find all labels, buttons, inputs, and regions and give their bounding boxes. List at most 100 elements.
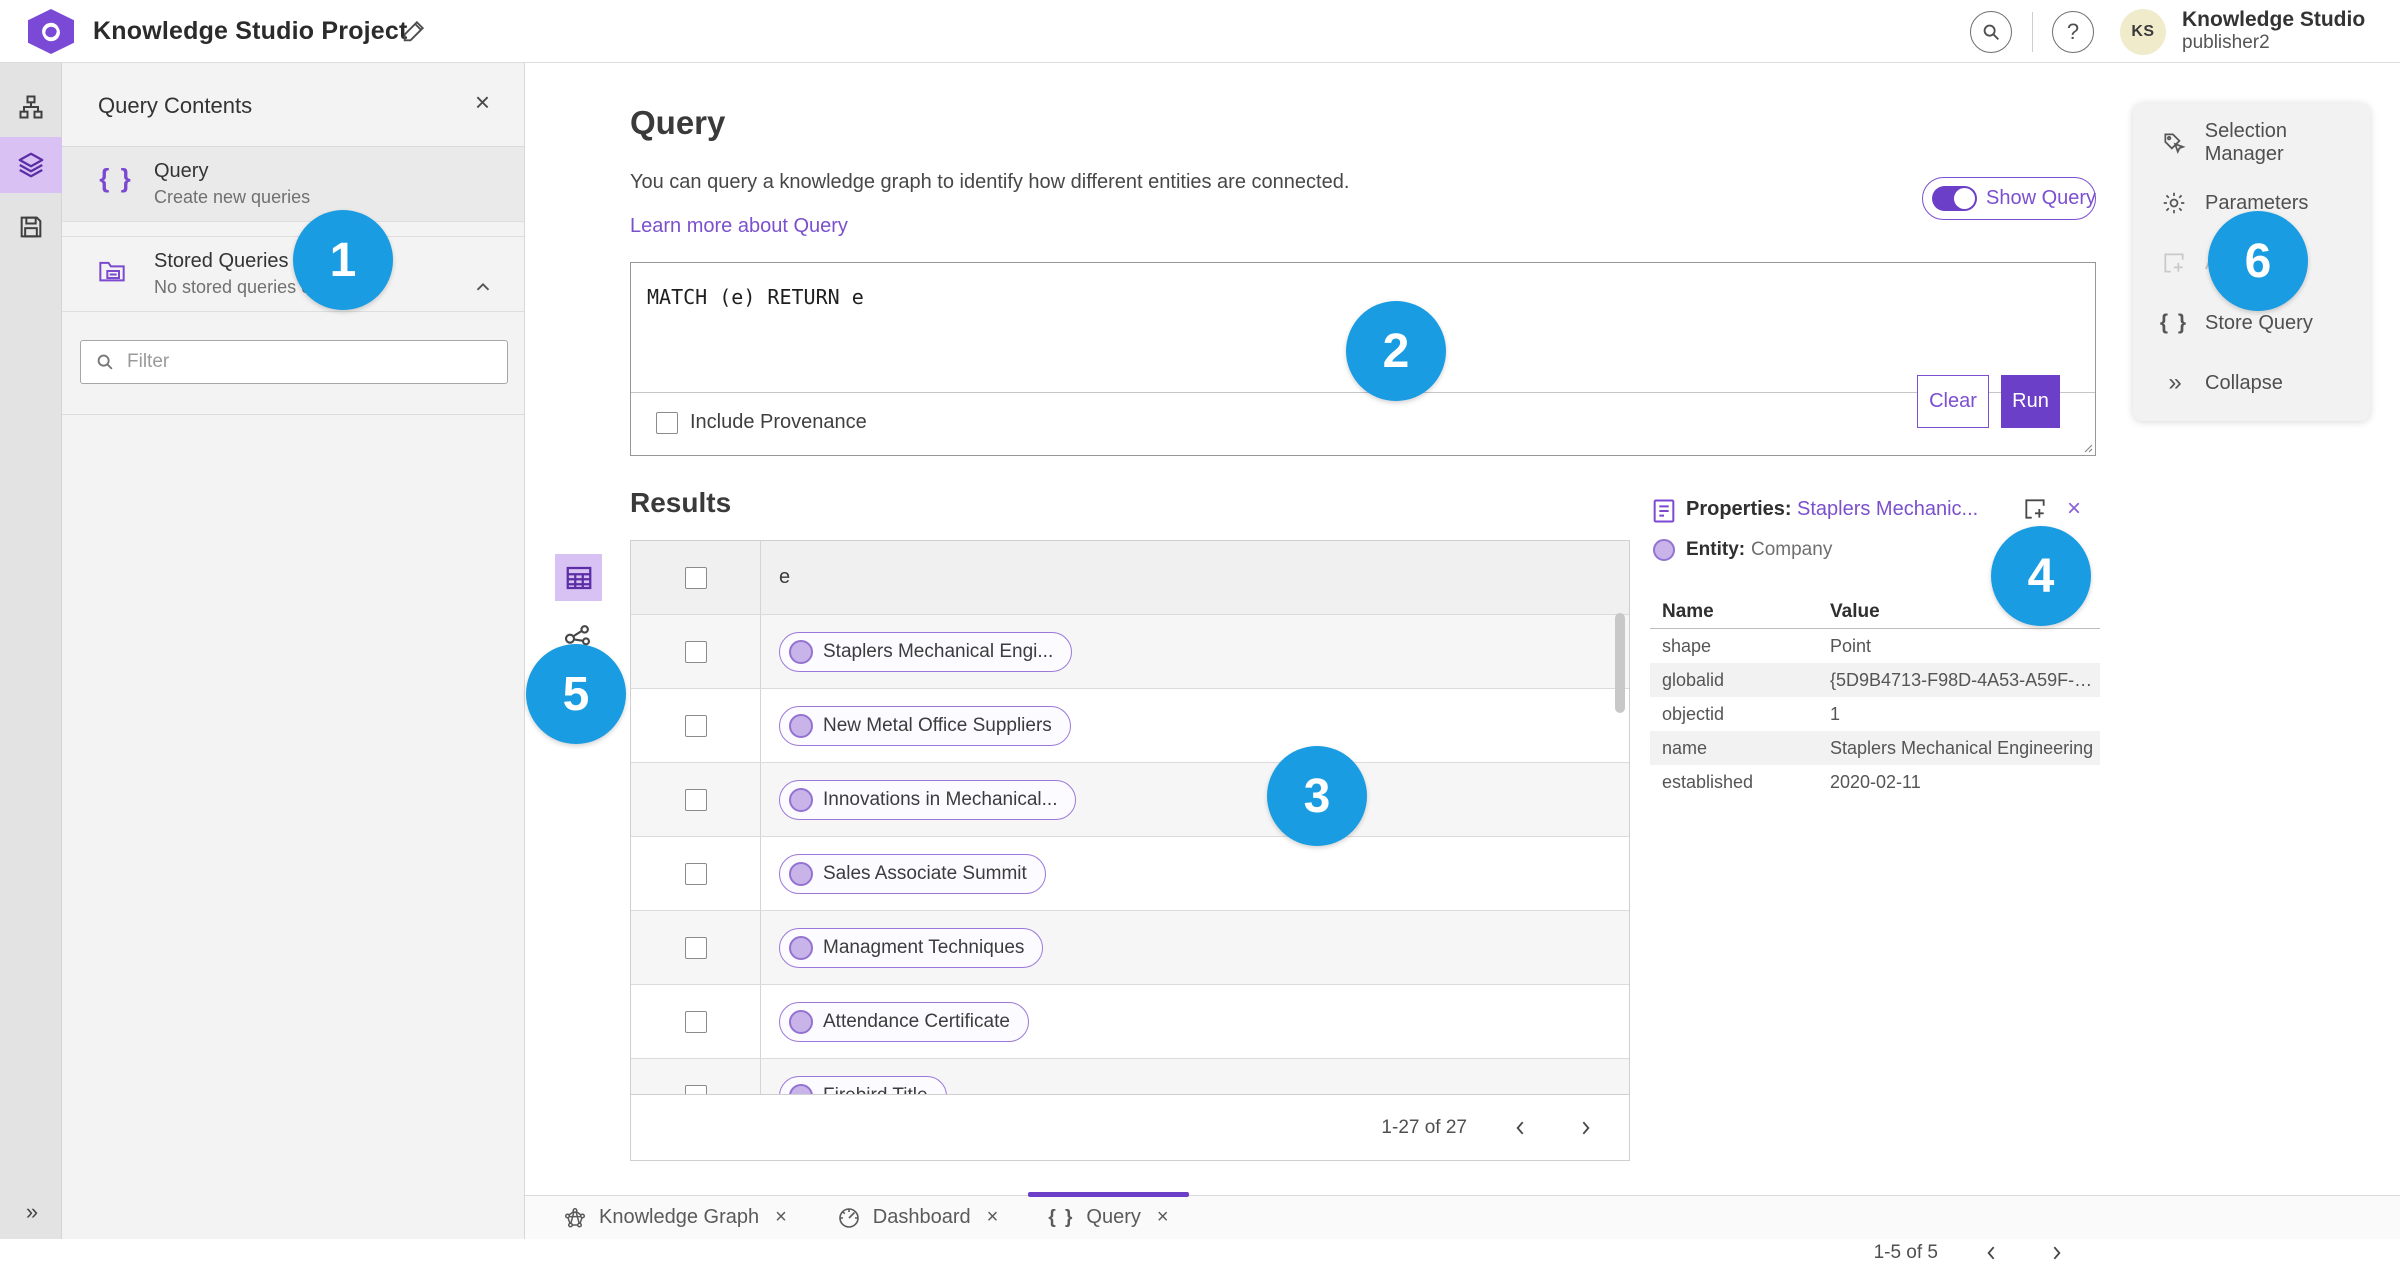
close-tab-icon[interactable]: × <box>775 1206 787 1229</box>
chevron-up-icon[interactable] <box>472 277 494 299</box>
next-page-icon[interactable] <box>1575 1118 1595 1138</box>
row-checkbox[interactable] <box>684 640 707 663</box>
search-icon <box>1983 24 1999 40</box>
entity-pill[interactable]: Sales Associate Summit <box>779 853 1046 894</box>
app-logo-icon[interactable] <box>28 9 74 54</box>
table-view-button[interactable] <box>555 554 602 601</box>
results-pagination: 1-27 of 27 <box>631 1094 1629 1160</box>
rail-data-model-button[interactable] <box>0 79 62 135</box>
learn-more-link[interactable]: Learn more about Query <box>630 215 848 238</box>
entity-pill[interactable]: Attendance Certificate <box>779 1001 1029 1042</box>
next-page-icon[interactable] <box>2046 1243 2066 1263</box>
results-title: Results <box>630 487 732 518</box>
property-row[interactable]: name Staplers Mechanical Engineering <box>1650 731 2100 765</box>
entity-pill[interactable]: Managment Techniques <box>779 927 1044 968</box>
select-all-checkbox[interactable] <box>684 566 707 589</box>
callout-3: 3 <box>1267 746 1367 846</box>
previous-page-icon[interactable] <box>1511 1118 1531 1138</box>
add-frame-icon[interactable] <box>2022 496 2048 522</box>
rail-save-button[interactable] <box>0 199 62 255</box>
row-checkbox[interactable] <box>684 862 707 885</box>
entity-dot-icon <box>789 713 813 738</box>
project-title: Knowledge Studio Project <box>93 17 408 45</box>
include-provenance-checkbox[interactable] <box>656 411 678 434</box>
entity-pill[interactable]: New Metal Office Suppliers <box>779 705 1071 746</box>
row-checkbox[interactable] <box>684 1010 707 1033</box>
table-icon <box>566 566 591 589</box>
property-row[interactable]: established 2020-02-11 <box>1650 765 2100 799</box>
properties-label: Properties: <box>1686 498 1792 520</box>
braces-icon: { } <box>2159 311 2189 334</box>
table-row[interactable]: Attendance Certificate <box>631 985 1629 1059</box>
rail-layers-button[interactable] <box>0 137 62 193</box>
entity-pill[interactable]: Staplers Mechanical Engi... <box>779 631 1073 672</box>
edit-title-pencil-icon[interactable] <box>400 17 430 47</box>
table-row[interactable]: Firebird Title <box>631 1059 1629 1095</box>
entity-label: Entity: <box>1686 539 1746 560</box>
clear-button[interactable]: Clear <box>1917 375 1989 428</box>
properties-close-icon[interactable]: × <box>2067 495 2081 523</box>
entity-dot-icon <box>789 1009 813 1034</box>
panel-item-query[interactable]: { } Query Create new queries <box>62 147 524 222</box>
avatar[interactable]: KS <box>2120 9 2166 55</box>
results-table: e Staplers Mechanical Engi... New Metal … <box>630 540 1630 1161</box>
user-menu[interactable]: Knowledge Studio publisher2 <box>2182 8 2365 54</box>
topbar-divider <box>2032 12 2033 52</box>
menu-item-label: Store Query <box>2205 311 2313 334</box>
user-name: Knowledge Studio <box>2182 8 2366 31</box>
show-query-toggle[interactable]: Show Query <box>1922 177 2096 220</box>
toggle-knob <box>1954 188 1975 209</box>
filter-input[interactable] <box>80 340 508 384</box>
previous-page-icon[interactable] <box>1982 1243 2002 1263</box>
search-button[interactable] <box>1970 11 2012 53</box>
close-tab-icon[interactable]: × <box>1157 1206 1169 1229</box>
stored-queries-folder-icon <box>96 257 136 285</box>
help-button[interactable]: ? <box>2052 11 2094 53</box>
panel-item-subtitle: Create new queries <box>154 187 311 207</box>
row-checkbox[interactable] <box>684 788 707 811</box>
double-chevron-right-icon: » <box>25 1199 38 1224</box>
selection-manager-item[interactable]: Selection Manager <box>2133 113 2370 173</box>
expand-rail-button[interactable]: » <box>0 1199 62 1225</box>
layers-icon <box>18 152 44 178</box>
tab-dashboard[interactable]: Dashboard × <box>817 1196 1019 1240</box>
results-table-body: e Staplers Mechanical Engi... New Metal … <box>631 541 1629 1095</box>
collapse-item[interactable]: » Collapse <box>2133 353 2370 413</box>
property-row[interactable]: globalid {5D9B4713-F98D-4A53-A59F-C11... <box>1650 663 2100 697</box>
tab-label: Knowledge Graph <box>599 1206 760 1228</box>
gear-icon <box>2159 190 2189 216</box>
selection-manager-icon <box>2159 130 2189 156</box>
properties-entity-link[interactable]: Staplers Mechanic... <box>1797 498 1978 521</box>
tab-label: Query <box>1086 1206 1141 1228</box>
show-query-label: Show Query <box>1986 187 2097 209</box>
table-row[interactable]: Sales Associate Summit <box>631 837 1629 911</box>
menu-item-label: Collapse <box>2205 371 2283 394</box>
entity-pill[interactable]: Firebird Title <box>779 1075 947 1095</box>
properties-page-range: 1-5 of 5 <box>1873 1241 1938 1263</box>
query-editor-footer: Include Provenance Clear Run <box>631 375 2095 455</box>
table-row[interactable]: Managment Techniques <box>631 911 1629 985</box>
table-row[interactable]: Innovations in Mechanical... <box>631 763 1629 837</box>
entity-dot-icon <box>789 935 813 960</box>
close-tab-icon[interactable]: × <box>987 1206 999 1229</box>
property-row[interactable]: shape Point <box>1650 629 2100 663</box>
table-row[interactable]: New Metal Office Suppliers <box>631 689 1629 763</box>
run-button[interactable]: Run <box>2001 375 2060 428</box>
left-icon-rail: » <box>0 63 62 1239</box>
results-scrollbar[interactable] <box>1615 613 1625 713</box>
user-role: publisher2 <box>2182 32 2270 54</box>
include-provenance-row[interactable]: Include Provenance <box>656 411 867 434</box>
row-checkbox[interactable] <box>684 936 707 959</box>
table-row[interactable]: Staplers Mechanical Engi... <box>631 615 1629 689</box>
property-row[interactable]: objectid 1 <box>1650 697 2100 731</box>
tab-query[interactable]: { } Query × <box>1028 1191 1189 1240</box>
tab-knowledge-graph[interactable]: Knowledge Graph × <box>543 1196 807 1240</box>
panel-item-stored-queries[interactable]: Stored Queries No stored queries exist <box>62 236 524 312</box>
results-column-header[interactable]: e <box>761 541 1629 614</box>
row-checkbox[interactable] <box>684 714 707 737</box>
panel-close-icon[interactable]: × <box>475 89 490 115</box>
entity-pill[interactable]: Innovations in Mechanical... <box>779 779 1077 820</box>
callout-5: 5 <box>526 644 626 744</box>
entity-dot-icon <box>789 639 813 664</box>
toggle-switch-on[interactable] <box>1932 186 1977 211</box>
